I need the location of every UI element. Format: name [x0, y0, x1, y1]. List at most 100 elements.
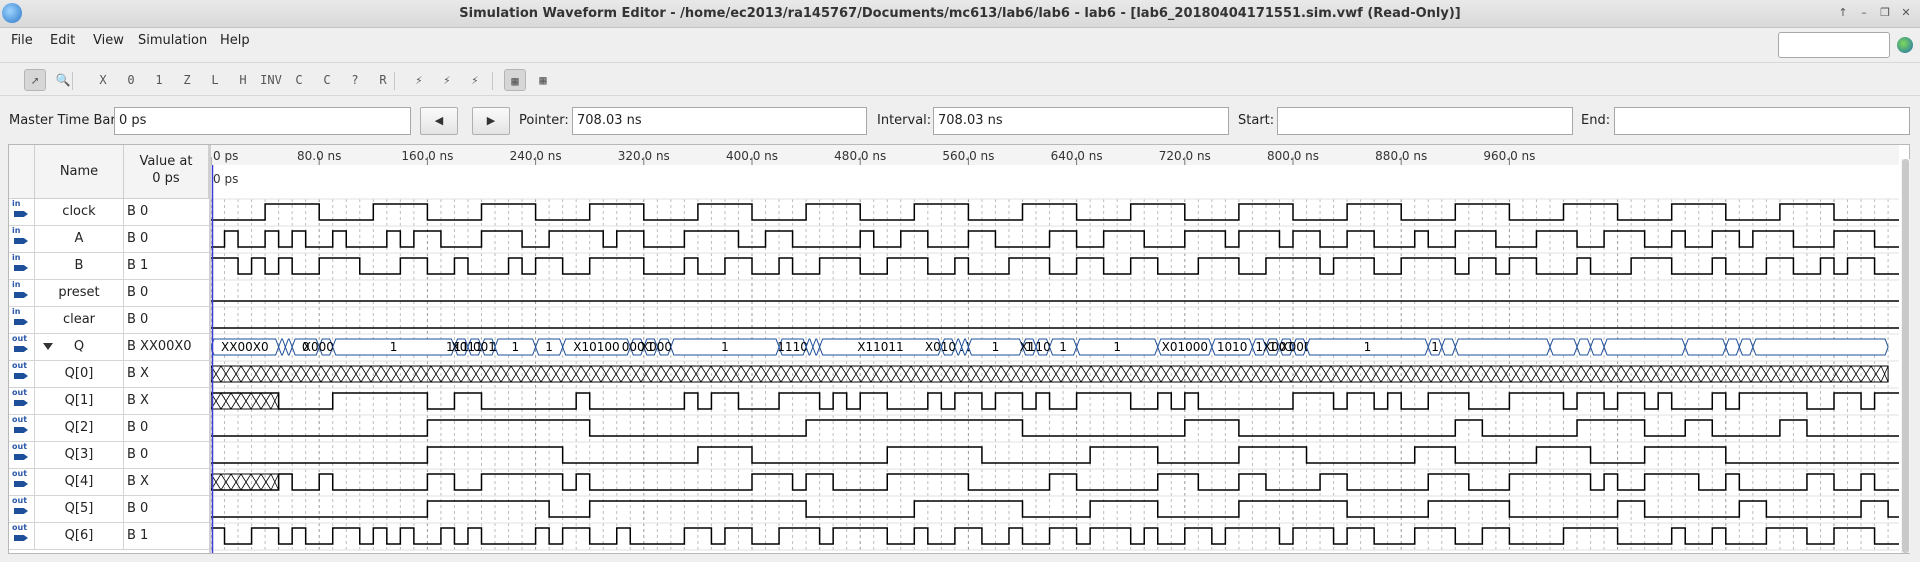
- grid-settings-icon[interactable]: ▦: [532, 69, 554, 91]
- menu-help[interactable]: Help: [220, 33, 250, 48]
- signal-name[interactable]: clock: [35, 199, 124, 225]
- waveform-trace: [211, 257, 1899, 275]
- globe-icon[interactable]: [1897, 37, 1913, 53]
- menu-edit[interactable]: Edit: [50, 33, 75, 48]
- snap-to-grid-icon[interactable]: ▦: [504, 69, 526, 91]
- end-field[interactable]: [1614, 107, 1910, 135]
- time-tick-label: 480.0 ns: [834, 149, 886, 163]
- window-minimize-button[interactable]: –: [1855, 5, 1873, 21]
- pin-direction-label: in: [12, 280, 21, 289]
- signal-row[interactable]: out Q[6] B 1: [9, 523, 209, 550]
- weak-high-icon[interactable]: H: [232, 69, 254, 91]
- signal-value: B 0: [127, 231, 149, 246]
- run-timing-netlist-icon[interactable]: ⚡: [464, 69, 486, 91]
- start-field[interactable]: [1277, 107, 1573, 135]
- cursor-time-label: 0 ps: [213, 172, 238, 186]
- bus-value-segment: [278, 338, 286, 356]
- unknown-hatch: [1070, 365, 1082, 383]
- waveform-trace: [211, 392, 1899, 410]
- time-tick-label: 880.0 ns: [1375, 149, 1427, 163]
- bus-value-label: 1010: [1217, 340, 1248, 354]
- signal-name[interactable]: Q[5]: [35, 496, 124, 522]
- window-maximize-button[interactable]: ❐: [1876, 5, 1894, 21]
- unknown-hatch: [1680, 365, 1692, 383]
- pointer-label: Pointer:: [519, 113, 569, 128]
- signal-row[interactable]: out Q[3] B 0: [9, 442, 209, 469]
- bus-value-segment: [1725, 338, 1740, 356]
- signal-row[interactable]: out Q[1] B X: [9, 388, 209, 415]
- force-unknown-icon[interactable]: X: [92, 69, 114, 91]
- next-transition-button[interactable]: ▶: [472, 107, 510, 135]
- bus-value-label: 1: [1364, 340, 1372, 354]
- unknown-hatch: [280, 365, 292, 383]
- signal-row[interactable]: in clock B 0: [9, 199, 209, 226]
- high-impedance-icon[interactable]: Z: [176, 69, 198, 91]
- signal-row[interactable]: out Q[0] B X: [9, 361, 209, 388]
- arbitrary-value-icon[interactable]: R: [372, 69, 394, 91]
- pin-direction-label: out: [12, 442, 28, 451]
- bus-value-label: 1: [390, 340, 398, 354]
- previous-transition-button[interactable]: ◀: [420, 107, 458, 135]
- pointer-field[interactable]: 708.03 ns: [572, 107, 867, 135]
- unknown-hatch: [1700, 365, 1712, 383]
- master-time-bar-field[interactable]: 0 ps: [114, 107, 411, 135]
- random-value-icon[interactable]: ?: [344, 69, 366, 91]
- vertical-scrollbar[interactable]: [1901, 159, 1910, 553]
- window-close-button[interactable]: ✕: [1897, 5, 1915, 21]
- waveform-trace: [211, 446, 1899, 464]
- signal-name[interactable]: Q[1]: [35, 388, 124, 414]
- signal-name[interactable]: Q[0]: [35, 361, 124, 387]
- signal-row[interactable]: in clear B 0: [9, 307, 209, 334]
- menu-view[interactable]: View: [93, 33, 124, 48]
- signal-row[interactable]: out Q[2] B 0: [9, 415, 209, 442]
- signal-row[interactable]: in A B 0: [9, 226, 209, 253]
- weak-low-icon[interactable]: L: [204, 69, 226, 91]
- interval-field[interactable]: 708.03 ns: [933, 107, 1229, 135]
- force-high-icon[interactable]: 1: [148, 69, 170, 91]
- output-pin-icon: out: [9, 388, 35, 414]
- signal-name[interactable]: Q[3]: [35, 442, 124, 468]
- overwrite-clock-icon[interactable]: C: [316, 69, 338, 91]
- signal-name[interactable]: Q[6]: [35, 523, 124, 549]
- signal-name[interactable]: preset: [35, 280, 124, 306]
- scrollbar-thumb[interactable]: [1902, 159, 1909, 553]
- signal-name[interactable]: A: [35, 226, 124, 252]
- unknown-hatch: [1470, 365, 1482, 383]
- pointer-icon[interactable]: ➚: [24, 69, 46, 91]
- signal-name[interactable]: Q[2]: [35, 415, 124, 441]
- signal-row[interactable]: in preset B 0: [9, 280, 209, 307]
- column-header-name[interactable]: Name: [35, 145, 124, 199]
- unknown-hatch: [240, 473, 252, 491]
- output-pin-icon: out: [9, 334, 35, 360]
- unknown-hatch: [1150, 365, 1162, 383]
- signal-value: B XX00X0: [127, 339, 192, 354]
- signal-row[interactable]: out Q[4] B X: [9, 469, 209, 496]
- run-functional-icon[interactable]: ⚡: [408, 69, 430, 91]
- unknown-hatch: [1350, 365, 1362, 383]
- collapse-arrow-icon[interactable]: [43, 343, 53, 350]
- unknown-hatch: [320, 365, 332, 383]
- search-input[interactable]: [1778, 32, 1890, 58]
- unknown-hatch: [220, 392, 232, 410]
- zoom-icon[interactable]: 🔍: [52, 69, 74, 91]
- unknown-hatch: [250, 392, 262, 410]
- force-low-icon[interactable]: 0: [120, 69, 142, 91]
- count-value-icon[interactable]: C: [288, 69, 310, 91]
- bus-value-segment: [1549, 338, 1578, 356]
- invert-icon[interactable]: INV: [260, 69, 282, 91]
- waveform-panel[interactable]: 0 ps 80.0 ns 160.0 ns 240.0 ns 320.0 ns 400.0…: [211, 145, 1899, 553]
- signal-row[interactable]: in B B 1: [9, 253, 209, 280]
- signal-row[interactable]: out Q[5] B 0: [9, 496, 209, 523]
- run-timing-icon[interactable]: ⚡: [436, 69, 458, 91]
- window-up-button[interactable]: ↑: [1834, 5, 1852, 21]
- time-tick-label: 720.0 ns: [1159, 149, 1211, 163]
- unknown-hatch: [1360, 365, 1372, 383]
- signal-name[interactable]: B: [35, 253, 124, 279]
- menu-file[interactable]: File: [11, 33, 33, 48]
- signal-row[interactable]: out Q B XX00X0: [9, 334, 209, 361]
- column-header-value[interactable]: Value at 0 ps: [124, 145, 209, 199]
- signal-name[interactable]: clear: [35, 307, 124, 333]
- signal-value: B 0: [127, 312, 149, 327]
- signal-name[interactable]: Q[4]: [35, 469, 124, 495]
- menu-simulation[interactable]: Simulation: [138, 33, 207, 48]
